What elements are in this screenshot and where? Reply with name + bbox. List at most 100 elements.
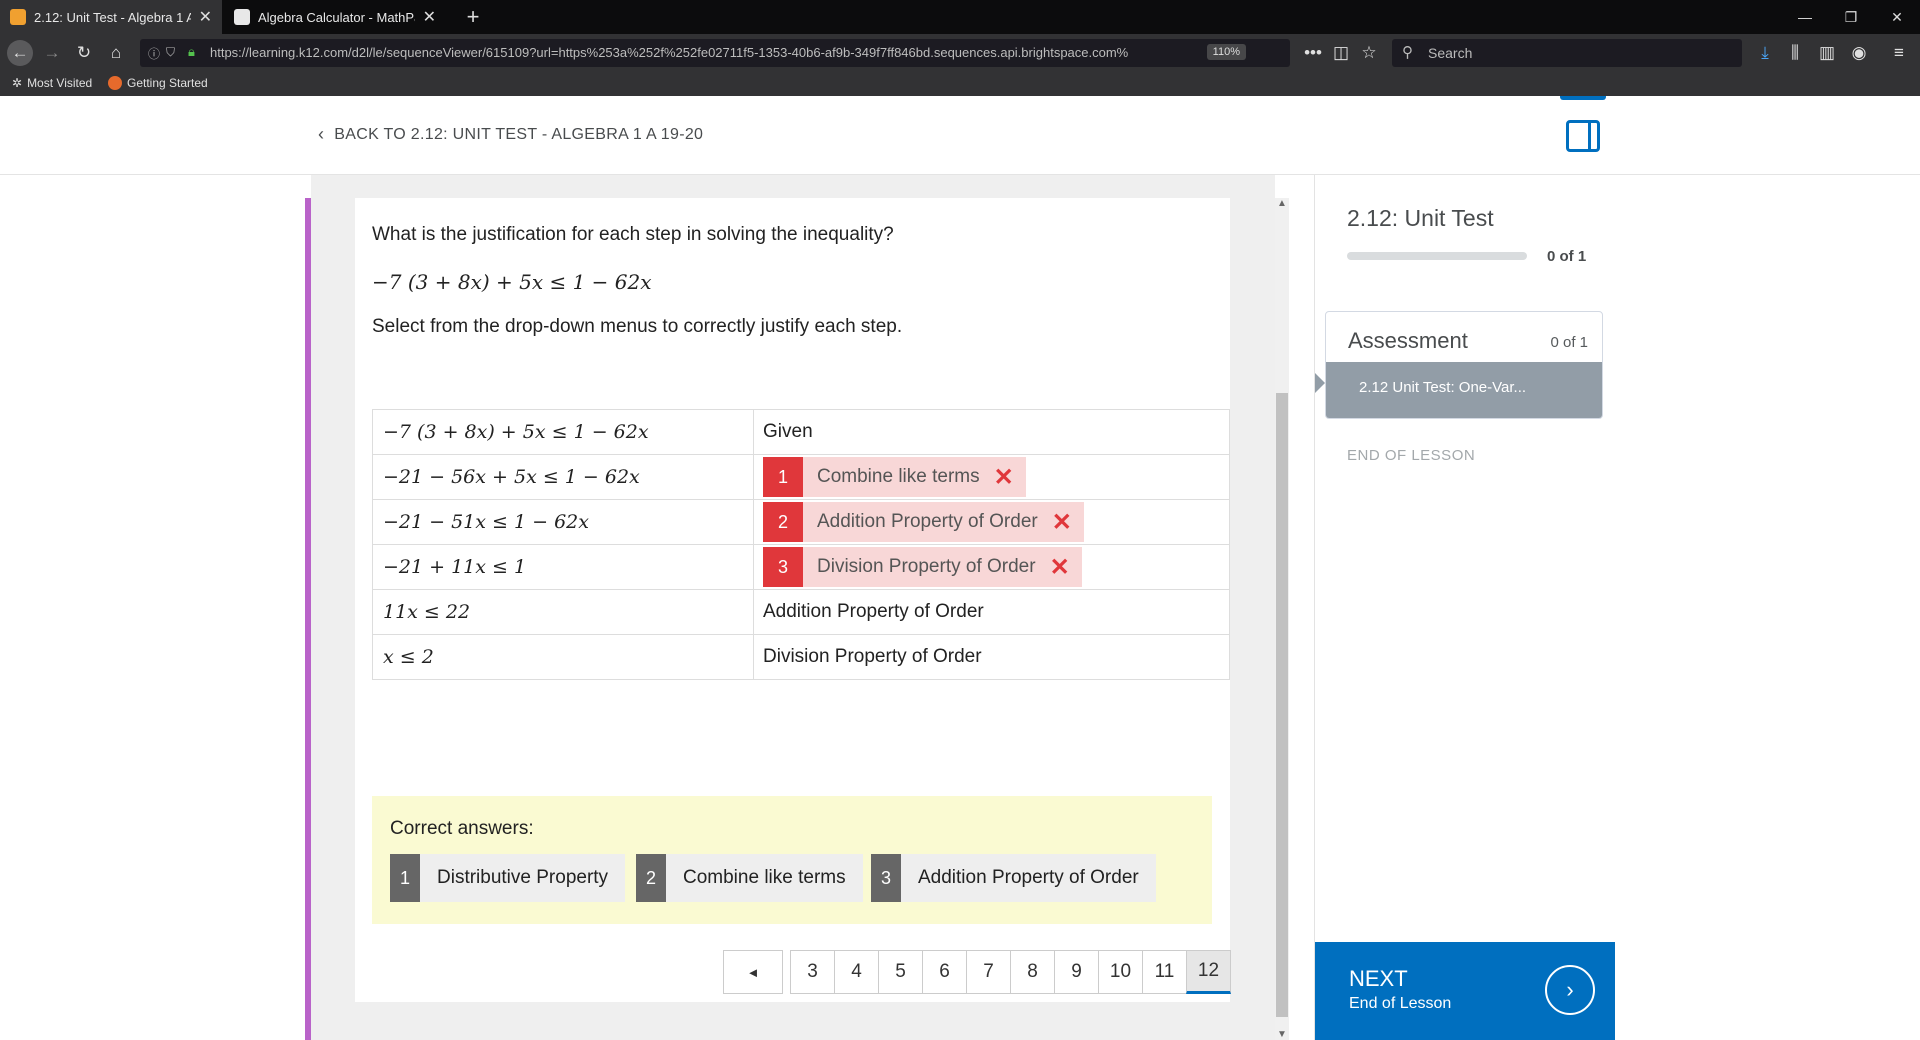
close-tab-icon[interactable]: ✕ [423, 7, 436, 27]
assessment-count: 0 of 1 [1550, 334, 1588, 351]
minimize-icon[interactable]: — [1782, 0, 1828, 34]
table-row: 11x ≤ 22 Addition Property of Order [372, 589, 1230, 635]
sidebar-toggle-icon[interactable]: ▥ [1814, 34, 1840, 72]
answer-label: Distributive Property [437, 867, 609, 888]
pager-page-button[interactable]: 10 [1098, 950, 1143, 994]
account-icon[interactable]: ◉ [1846, 34, 1872, 72]
search-bar[interactable]: ⚲ Search [1392, 39, 1742, 67]
answer-label: Division Property of Order [817, 556, 1036, 577]
answer-dropdown-3[interactable]: 3 Division Property of Order ✕ [763, 547, 1082, 587]
pocket-icon[interactable]: ◫ [1328, 34, 1354, 72]
lock-icon: 🔒︎ [188, 44, 195, 59]
progress-bar [1347, 252, 1527, 260]
pager-page-button[interactable]: 7 [966, 950, 1011, 994]
bookmark-most-visited[interactable]: ✲ Most Visited [12, 76, 92, 90]
search-placeholder: Search [1428, 45, 1473, 61]
back-arrow-icon[interactable]: ← [6, 34, 34, 72]
shield-icon[interactable]: ⛉ [166, 45, 175, 60]
chevron-left-icon: ‹ [318, 124, 325, 144]
scroll-up-icon[interactable]: ▲ [1277, 198, 1287, 209]
step-math: x ≤ 2 [383, 646, 434, 668]
close-tab-icon[interactable]: ✕ [199, 7, 212, 27]
answer-number-badge: 3 [763, 547, 803, 587]
pager-prev-button[interactable]: ◄ [723, 950, 783, 994]
step-math: 11x ≤ 22 [383, 601, 471, 623]
scrollbar-thumb[interactable] [1276, 393, 1288, 1017]
answer-number-badge: 1 [390, 854, 420, 902]
incorrect-x-icon: ✕ [993, 463, 1014, 491]
gear-icon: ✲ [12, 76, 23, 90]
pager-page-button[interactable]: 8 [1010, 950, 1055, 994]
bookmark-star-icon[interactable]: ☆ [1356, 34, 1382, 72]
pager-page-button[interactable]: 4 [834, 950, 879, 994]
home-icon[interactable]: ⌂ [102, 34, 130, 72]
browser-tab-unit-test[interactable]: 2.12: Unit Test - Algebra 1 A 19-20 ✕ [0, 0, 222, 34]
question-instruction: Select from the drop-down menus to corre… [372, 316, 903, 337]
accent-bar [305, 198, 311, 1040]
pager-page-button[interactable]: 6 [922, 950, 967, 994]
bookmark-label: Getting Started [127, 76, 208, 90]
assessment-item-unit-test[interactable]: 2.12 Unit Test: One-Var... [1326, 362, 1602, 418]
answer-number-badge: 2 [636, 854, 666, 902]
incorrect-x-icon: ✕ [1051, 508, 1072, 536]
bookmarks-bar: ✲ Most Visited Getting Started [0, 72, 1920, 96]
step-math: −7 (3 + 8x) + 5x ≤ 1 − 62x [383, 421, 649, 443]
correct-answer-3: 3 Addition Property of Order [871, 854, 1156, 902]
reload-icon[interactable]: ↻ [70, 34, 98, 72]
pager-current-page[interactable]: 12 [1186, 950, 1231, 994]
browser-nav-bar: ← → ↻ ⌂ ⓘ ⛉ 🔒︎ https://learning.k12.com/… [0, 34, 1920, 72]
browser-tab-mathpapa[interactable]: Algebra Calculator - MathPapa ✕ [224, 0, 446, 34]
lesson-sidebar: 2.12: Unit Test 0 of 1 Assessment 0 of 1… [1314, 175, 1920, 1040]
incorrect-x-icon: ✕ [1049, 553, 1070, 581]
new-tab-icon[interactable]: + [450, 0, 496, 34]
step-math: −21 − 51x ≤ 1 − 62x [383, 511, 589, 533]
step-justification: Addition Property of Order [763, 601, 984, 622]
pager-page-button[interactable]: 3 [790, 950, 835, 994]
menu-icon[interactable]: ≡ [1886, 34, 1912, 72]
correct-answer-1: 1 Distributive Property [390, 854, 626, 902]
end-of-lesson-label: END OF LESSON [1347, 447, 1476, 464]
page-actions-icon[interactable]: ••• [1300, 34, 1326, 72]
top-tab-indicator [1560, 96, 1606, 100]
restore-icon[interactable]: ❐ [1828, 0, 1874, 34]
close-window-icon[interactable]: ✕ [1874, 0, 1920, 34]
answer-dropdown-1[interactable]: 1 Combine like terms ✕ [763, 457, 1026, 497]
panel-toggle-icon[interactable] [1566, 120, 1600, 152]
progress-count: 0 of 1 [1547, 248, 1587, 265]
step-math: −21 + 11x ≤ 1 [383, 556, 527, 578]
url-text[interactable]: https://learning.k12.com/d2l/le/sequence… [210, 45, 1210, 60]
table-row: −21 − 56x + 5x ≤ 1 − 62x 1 Combine like … [372, 454, 1230, 500]
left-margin [0, 175, 305, 1040]
table-row: −21 − 51x ≤ 1 − 62x 2 Addition Property … [372, 499, 1230, 545]
assessment-title: Assessment [1348, 328, 1468, 353]
answer-number-badge: 2 [763, 502, 803, 542]
zoom-level-badge[interactable]: 110% [1206, 44, 1246, 60]
answer-dropdown-2[interactable]: 2 Addition Property of Order ✕ [763, 502, 1084, 542]
answer-label: Combine like terms [817, 466, 980, 487]
scroll-down-icon[interactable]: ▼ [1277, 1029, 1287, 1040]
download-icon[interactable]: ⤓ [1752, 34, 1778, 72]
assessment-item-label: 2.12 Unit Test: One-Var... [1359, 379, 1527, 396]
answer-label: Addition Property of Order [817, 511, 1038, 532]
bookmark-getting-started[interactable]: Getting Started [108, 76, 208, 90]
page-header: ‹ BACK TO 2.12: UNIT TEST - ALGEBRA 1 A … [0, 96, 1920, 175]
next-button[interactable]: NEXT End of Lesson › [1315, 942, 1615, 1040]
forward-arrow-icon[interactable]: → [38, 34, 66, 72]
question-expression: −7 (3 + 8x) + 5x ≤ 1 − 62x [372, 270, 652, 294]
assessment-module[interactable]: Assessment 0 of 1 2.12 Unit Test: One-Va… [1325, 311, 1603, 419]
next-button-subtitle: End of Lesson [1349, 995, 1452, 1012]
back-to-unit-link[interactable]: ‹ BACK TO 2.12: UNIT TEST - ALGEBRA 1 A … [318, 124, 703, 145]
bookmark-label: Most Visited [27, 76, 93, 90]
library-icon[interactable]: ⫼ [1782, 34, 1808, 72]
step-justification: Given [763, 421, 813, 442]
step-justification: Division Property of Order [763, 646, 982, 667]
table-row: −21 + 11x ≤ 1 3 Division Property of Ord… [372, 544, 1230, 590]
pager-page-button[interactable]: 9 [1054, 950, 1099, 994]
pager-page-button[interactable]: 11 [1142, 950, 1187, 994]
pager-page-button[interactable]: 5 [878, 950, 923, 994]
url-bar[interactable]: ⓘ ⛉ 🔒︎ https://learning.k12.com/d2l/le/s… [140, 39, 1290, 67]
info-icon[interactable]: ⓘ [148, 45, 160, 62]
question-prompt: What is the justification for each step … [372, 224, 894, 245]
steps-table: −7 (3 + 8x) + 5x ≤ 1 − 62x Given −21 − 5… [372, 409, 1230, 680]
correct-answers-heading: Correct answers: [390, 818, 534, 839]
